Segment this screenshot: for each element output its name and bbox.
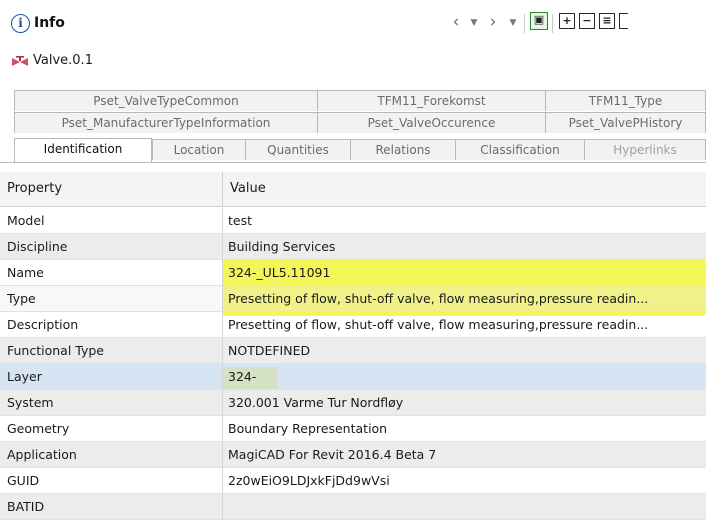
table-row[interactable]: Discipline Building Services [0, 234, 706, 260]
table-row[interactable]: Application MagiCAD For Revit 2016.4 Beta… [0, 442, 706, 468]
tab-pset-valvephistory[interactable]: Pset_ValvePHistory [545, 112, 706, 133]
tab-hyperlinks[interactable]: Hyperlinks [584, 139, 706, 160]
chevron-down-icon[interactable]: ▼ [468, 11, 480, 35]
table-row[interactable]: Name 324-_UL5.11091 [0, 260, 706, 286]
tab-location[interactable]: Location [152, 139, 246, 160]
table-header: Property Value [0, 172, 706, 207]
tab-relations[interactable]: Relations [350, 139, 456, 160]
tab-quantities[interactable]: Quantities [245, 139, 351, 160]
info-panel-header: i Info ‹ ▼ › ▼ ▣ + − ≡ Valve.0.1 [0, 0, 706, 80]
list-icon[interactable]: ≡ [599, 13, 615, 29]
table-row[interactable]: System 320.001 Varme Tur Nordfløy [0, 390, 706, 416]
table-row[interactable]: Functional Type NOTDEFINED [0, 338, 706, 364]
table-row-selected[interactable]: Layer 324- [0, 364, 706, 390]
toolbar-overflow-icon[interactable] [619, 13, 628, 29]
collapse-all-icon[interactable]: − [579, 13, 595, 29]
tab-tfm11-type[interactable]: TFM11_Type [545, 90, 706, 111]
tab-pset-valvetypecommon[interactable]: Pset_ValveTypeCommon [14, 90, 318, 111]
column-header-value[interactable]: Value [230, 181, 266, 196]
tab-tfm11-forekomst[interactable]: TFM11_Forekomst [317, 90, 546, 111]
panel-title: Info [34, 15, 65, 31]
chevron-down-icon[interactable]: ▼ [507, 11, 519, 35]
object-name: Valve.0.1 [33, 53, 93, 68]
column-header-property[interactable]: Property [7, 181, 62, 196]
table-row[interactable]: Description Presetting of flow, shut-off … [0, 312, 706, 338]
tab-identification[interactable]: Identification [14, 138, 152, 162]
valve-icon [12, 56, 28, 66]
table-row[interactable]: GUID 2z0wEiO9LDJxkFjDd9wVsi [0, 468, 706, 494]
tab-pset-manufacturertypeinformation[interactable]: Pset_ManufacturerTypeInformation [14, 112, 318, 133]
active-view-icon[interactable]: ▣ [530, 12, 548, 30]
table-row[interactable]: Model test [0, 208, 706, 234]
table-row[interactable]: Type Presetting of flow, shut-off valve, … [0, 286, 706, 312]
table-row[interactable]: BATID [0, 494, 706, 520]
properties-table: Model test Discipline Building Services Na… [0, 208, 706, 520]
forward-arrow-icon[interactable]: › [485, 11, 501, 35]
tab-pset-valveoccurence[interactable]: Pset_ValveOccurence [317, 112, 546, 133]
info-icon: i [11, 14, 30, 33]
back-arrow-icon[interactable]: ‹ [448, 11, 464, 35]
expand-all-icon[interactable]: + [559, 13, 575, 29]
table-row[interactable]: Geometry Boundary Representation [0, 416, 706, 442]
tab-classification[interactable]: Classification [455, 139, 585, 160]
